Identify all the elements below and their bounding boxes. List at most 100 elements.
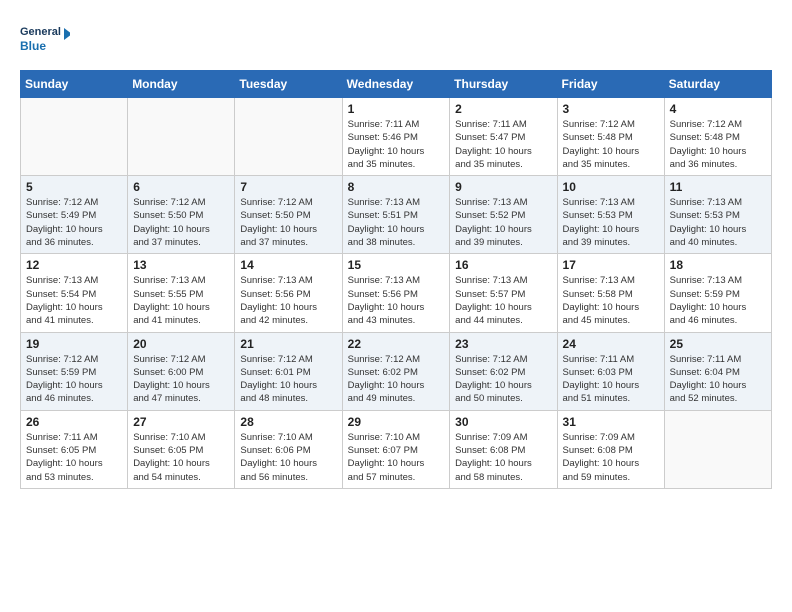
day-info: Sunrise: 7:12 AM Sunset: 6:02 PM Dayligh… (455, 353, 551, 406)
day-info: Sunrise: 7:10 AM Sunset: 6:05 PM Dayligh… (133, 431, 229, 484)
calendar-cell: 21 Sunrise: 7:12 AM Sunset: 6:01 PM Dayli… (235, 332, 342, 410)
day-info: Sunrise: 7:12 AM Sunset: 5:50 PM Dayligh… (240, 196, 336, 249)
calendar-cell: 22 Sunrise: 7:12 AM Sunset: 6:02 PM Dayli… (342, 332, 450, 410)
day-number: 7 (240, 180, 336, 194)
day-number: 13 (133, 258, 229, 272)
day-number: 30 (455, 415, 551, 429)
calendar-cell: 26Sunrise: 7:11 AM Sunset: 6:05 PM Dayli… (21, 410, 128, 488)
day-info: Sunrise: 7:11 AM Sunset: 5:47 PM Dayligh… (455, 118, 551, 171)
calendar-header-row: SundayMondayTuesdayWednesdayThursdayFrid… (21, 71, 772, 98)
day-info: Sunrise: 7:13 AM Sunset: 5:53 PM Dayligh… (563, 196, 659, 249)
day-number: 31 (563, 415, 659, 429)
calendar-header-sunday: Sunday (21, 71, 128, 98)
day-info: Sunrise: 7:13 AM Sunset: 5:59 PM Dayligh… (670, 274, 766, 327)
day-number: 24 (563, 337, 659, 351)
day-number: 16 (455, 258, 551, 272)
day-info: Sunrise: 7:12 AM Sunset: 6:01 PM Dayligh… (240, 353, 336, 406)
day-info: Sunrise: 7:09 AM Sunset: 6:08 PM Dayligh… (455, 431, 551, 484)
calendar-week-row-5: 26Sunrise: 7:11 AM Sunset: 6:05 PM Dayli… (21, 410, 772, 488)
calendar-cell: 23Sunrise: 7:12 AM Sunset: 6:02 PM Dayli… (450, 332, 557, 410)
day-number: 29 (348, 415, 445, 429)
calendar-cell (128, 98, 235, 176)
day-number: 17 (563, 258, 659, 272)
day-info: Sunrise: 7:13 AM Sunset: 5:53 PM Dayligh… (670, 196, 766, 249)
svg-text:General: General (20, 26, 61, 38)
day-info: Sunrise: 7:12 AM Sunset: 5:48 PM Dayligh… (670, 118, 766, 171)
calendar-cell: 16 Sunrise: 7:13 AM Sunset: 5:57 PM Dayli… (450, 254, 557, 332)
calendar-cell: 30 Sunrise: 7:09 AM Sunset: 6:08 PM Dayli… (450, 410, 557, 488)
day-info: Sunrise: 7:13 AM Sunset: 5:57 PM Dayligh… (455, 274, 551, 327)
day-number: 19 (26, 337, 122, 351)
day-number: 15 (348, 258, 445, 272)
calendar-cell: 19 Sunrise: 7:12 AM Sunset: 5:59 PM Dayli… (21, 332, 128, 410)
calendar-cell: 3Sunrise: 7:12 AM Sunset: 5:48 PM Daylig… (557, 98, 664, 176)
svg-text:Blue: Blue (20, 39, 46, 53)
day-number: 1 (348, 102, 445, 116)
calendar-cell (664, 410, 771, 488)
day-info: Sunrise: 7:10 AM Sunset: 6:07 PM Dayligh… (348, 431, 445, 484)
day-info: Sunrise: 7:13 AM Sunset: 5:58 PM Dayligh… (563, 274, 659, 327)
calendar-header-tuesday: Tuesday (235, 71, 342, 98)
calendar-header-wednesday: Wednesday (342, 71, 450, 98)
calendar-cell: 29 Sunrise: 7:10 AM Sunset: 6:07 PM Dayli… (342, 410, 450, 488)
calendar-header-thursday: Thursday (450, 71, 557, 98)
day-info: Sunrise: 7:11 AM Sunset: 5:46 PM Dayligh… (348, 118, 445, 171)
day-info: Sunrise: 7:12 AM Sunset: 5:59 PM Dayligh… (26, 353, 122, 406)
day-info: Sunrise: 7:11 AM Sunset: 6:03 PM Dayligh… (563, 353, 659, 406)
day-info: Sunrise: 7:12 AM Sunset: 5:50 PM Dayligh… (133, 196, 229, 249)
calendar-cell: 7 Sunrise: 7:12 AM Sunset: 5:50 PM Daylig… (235, 176, 342, 254)
calendar-cell (21, 98, 128, 176)
day-number: 21 (240, 337, 336, 351)
calendar-cell: 10 Sunrise: 7:13 AM Sunset: 5:53 PM Dayli… (557, 176, 664, 254)
day-info: Sunrise: 7:13 AM Sunset: 5:51 PM Dayligh… (348, 196, 445, 249)
calendar-cell: 14 Sunrise: 7:13 AM Sunset: 5:56 PM Dayli… (235, 254, 342, 332)
day-number: 14 (240, 258, 336, 272)
calendar-week-row-1: 1 Sunrise: 7:11 AM Sunset: 5:46 PM Daylig… (21, 98, 772, 176)
day-number: 5 (26, 180, 122, 194)
day-number: 2 (455, 102, 551, 116)
calendar-cell: 2 Sunrise: 7:11 AM Sunset: 5:47 PM Daylig… (450, 98, 557, 176)
day-number: 9 (455, 180, 551, 194)
calendar-cell: 18 Sunrise: 7:13 AM Sunset: 5:59 PM Dayli… (664, 254, 771, 332)
day-info: Sunrise: 7:13 AM Sunset: 5:56 PM Dayligh… (240, 274, 336, 327)
day-number: 4 (670, 102, 766, 116)
logo-svg: General Blue (20, 20, 70, 60)
calendar-cell (235, 98, 342, 176)
day-number: 10 (563, 180, 659, 194)
calendar-cell: 11 Sunrise: 7:13 AM Sunset: 5:53 PM Dayli… (664, 176, 771, 254)
day-info: Sunrise: 7:09 AM Sunset: 6:08 PM Dayligh… (563, 431, 659, 484)
calendar-cell: 1 Sunrise: 7:11 AM Sunset: 5:46 PM Daylig… (342, 98, 450, 176)
calendar-cell: 31 Sunrise: 7:09 AM Sunset: 6:08 PM Dayli… (557, 410, 664, 488)
calendar-cell: 5Sunrise: 7:12 AM Sunset: 5:49 PM Daylig… (21, 176, 128, 254)
calendar-cell: 28 Sunrise: 7:10 AM Sunset: 6:06 PM Dayli… (235, 410, 342, 488)
day-info: Sunrise: 7:10 AM Sunset: 6:06 PM Dayligh… (240, 431, 336, 484)
calendar-header-monday: Monday (128, 71, 235, 98)
day-number: 28 (240, 415, 336, 429)
logo: General Blue (20, 20, 70, 60)
calendar-week-row-4: 19 Sunrise: 7:12 AM Sunset: 5:59 PM Dayli… (21, 332, 772, 410)
calendar-week-row-3: 12 Sunrise: 7:13 AM Sunset: 5:54 PM Dayli… (21, 254, 772, 332)
day-number: 18 (670, 258, 766, 272)
calendar-cell: 17 Sunrise: 7:13 AM Sunset: 5:58 PM Dayli… (557, 254, 664, 332)
day-number: 11 (670, 180, 766, 194)
calendar-cell: 27Sunrise: 7:10 AM Sunset: 6:05 PM Dayli… (128, 410, 235, 488)
calendar-cell: 6 Sunrise: 7:12 AM Sunset: 5:50 PM Daylig… (128, 176, 235, 254)
day-number: 12 (26, 258, 122, 272)
day-number: 8 (348, 180, 445, 194)
day-info: Sunrise: 7:11 AM Sunset: 6:04 PM Dayligh… (670, 353, 766, 406)
day-info: Sunrise: 7:13 AM Sunset: 5:55 PM Dayligh… (133, 274, 229, 327)
day-info: Sunrise: 7:13 AM Sunset: 5:56 PM Dayligh… (348, 274, 445, 327)
day-number: 22 (348, 337, 445, 351)
calendar-cell: 15 Sunrise: 7:13 AM Sunset: 5:56 PM Dayli… (342, 254, 450, 332)
day-info: Sunrise: 7:12 AM Sunset: 6:02 PM Dayligh… (348, 353, 445, 406)
calendar-cell: 13 Sunrise: 7:13 AM Sunset: 5:55 PM Dayli… (128, 254, 235, 332)
day-number: 25 (670, 337, 766, 351)
day-info: Sunrise: 7:13 AM Sunset: 5:52 PM Dayligh… (455, 196, 551, 249)
calendar-cell: 12 Sunrise: 7:13 AM Sunset: 5:54 PM Dayli… (21, 254, 128, 332)
day-number: 20 (133, 337, 229, 351)
calendar-week-row-2: 5Sunrise: 7:12 AM Sunset: 5:49 PM Daylig… (21, 176, 772, 254)
day-info: Sunrise: 7:13 AM Sunset: 5:54 PM Dayligh… (26, 274, 122, 327)
day-number: 6 (133, 180, 229, 194)
day-info: Sunrise: 7:12 AM Sunset: 5:48 PM Dayligh… (563, 118, 659, 171)
calendar-cell: 25 Sunrise: 7:11 AM Sunset: 6:04 PM Dayli… (664, 332, 771, 410)
